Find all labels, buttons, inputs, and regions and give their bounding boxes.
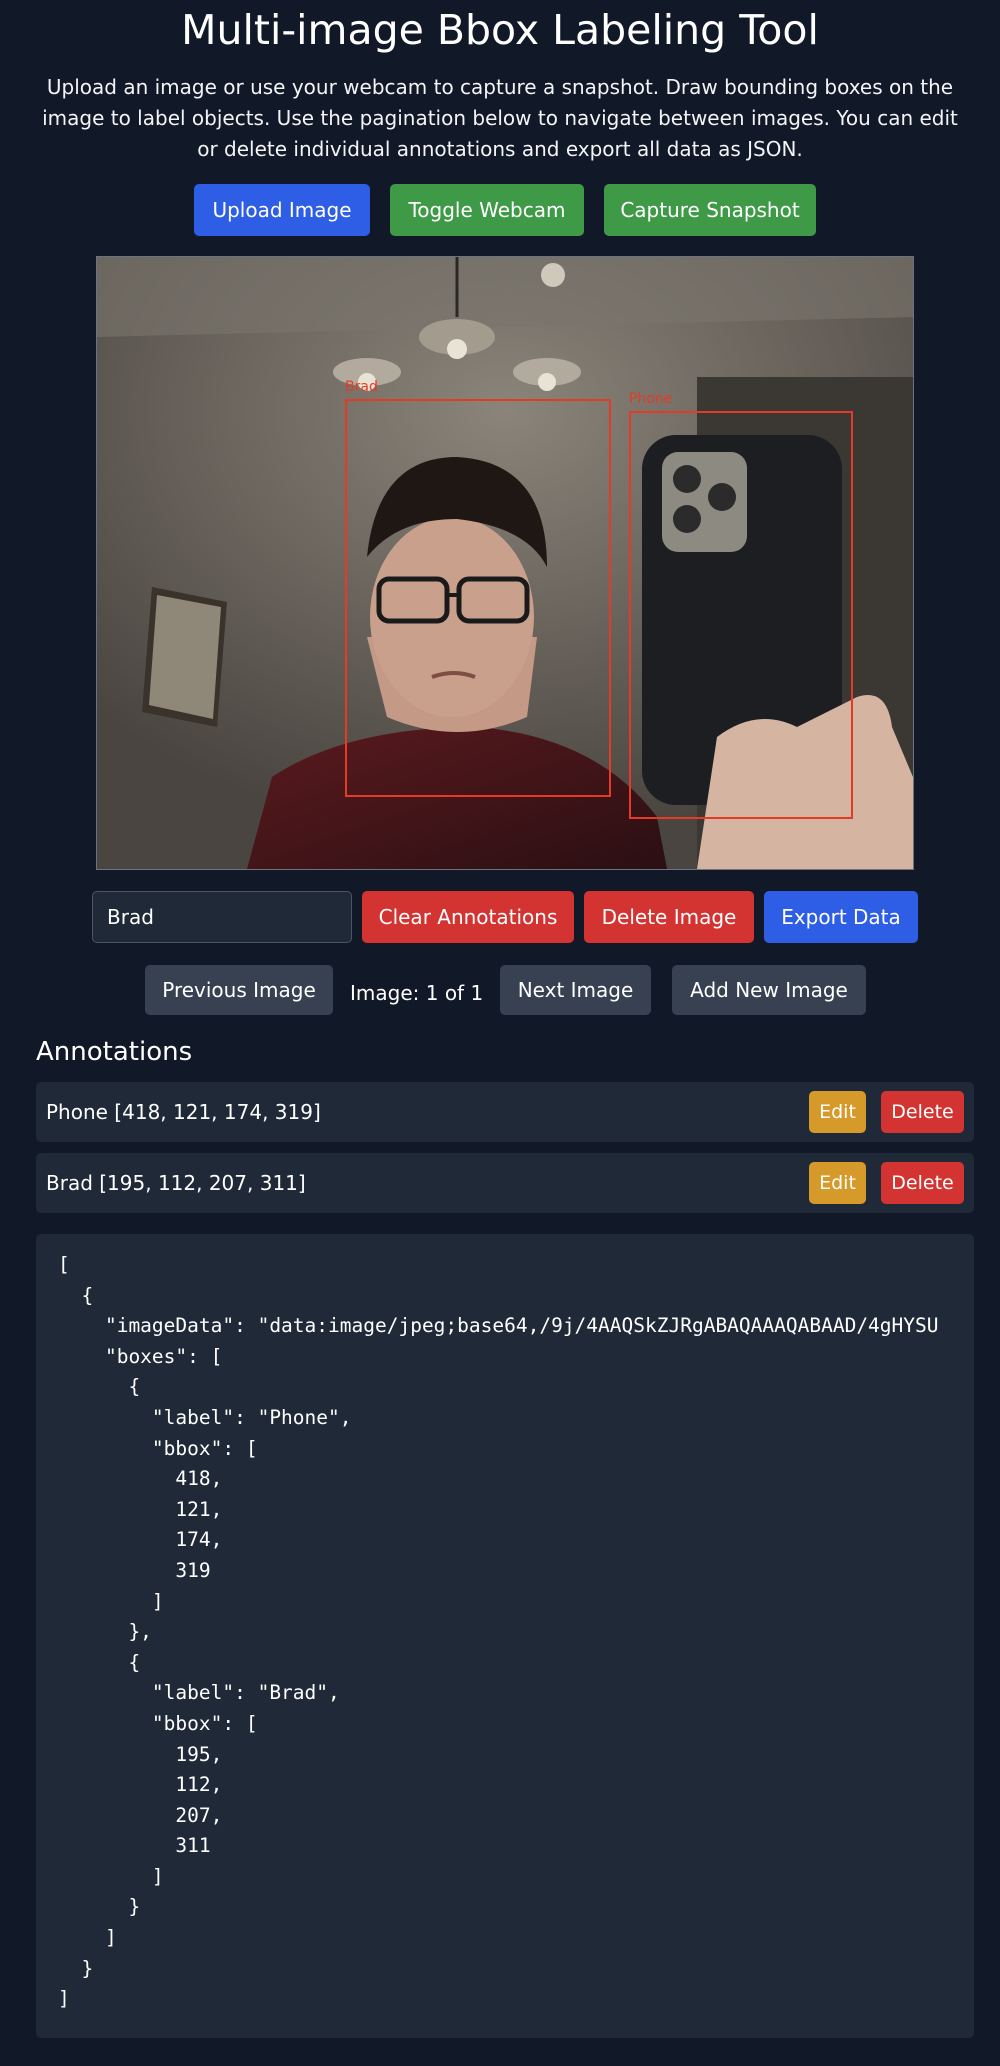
annotation-text: Brad [195, 112, 207, 311] (46, 1171, 306, 1195)
capture-snapshot-button[interactable]: Capture Snapshot (604, 184, 816, 236)
bbox-brad[interactable] (345, 399, 611, 797)
delete-annotation-button[interactable]: Delete (881, 1091, 964, 1133)
page-description: Upload an image or use your webcam to ca… (42, 75, 958, 161)
bbox-label-phone: Phone (629, 391, 673, 407)
annotation-row: Phone [418, 121, 174, 319] Edit Delete (36, 1082, 974, 1142)
json-output: [ { "imageData": "data:image/jpeg;base64… (58, 1253, 939, 2011)
next-image-button[interactable]: Next Image (500, 965, 651, 1015)
bbox-phone[interactable] (629, 411, 853, 819)
previous-image-button[interactable]: Previous Image (145, 965, 333, 1015)
clear-annotations-button[interactable]: Clear Annotations (362, 891, 574, 943)
upload-image-button[interactable]: Upload Image (194, 184, 370, 236)
export-data-button[interactable]: Export Data (764, 891, 918, 943)
annotation-row: Brad [195, 112, 207, 311] Edit Delete (36, 1153, 974, 1213)
app-page: Multi-image Bbox Labeling Tool Upload an… (0, 0, 1000, 2066)
annotation-text: Phone [418, 121, 174, 319] (46, 1100, 321, 1124)
bbox-label-brad: Brad (345, 379, 378, 395)
page-title: Multi-image Bbox Labeling Tool (181, 6, 819, 54)
toggle-webcam-button[interactable]: Toggle Webcam (390, 184, 584, 236)
edit-annotation-button[interactable]: Edit (809, 1091, 866, 1133)
edit-annotation-button[interactable]: Edit (809, 1162, 866, 1204)
json-output-panel: [ { "imageData": "data:image/jpeg;base64… (36, 1234, 974, 2038)
image-counter: Image: 1 of 1 (350, 981, 484, 1005)
delete-annotation-button[interactable]: Delete (881, 1162, 964, 1204)
delete-image-button[interactable]: Delete Image (584, 891, 754, 943)
annotation-canvas[interactable]: Brad Phone (96, 256, 914, 870)
label-input[interactable] (92, 891, 352, 943)
annotations-heading: Annotations (36, 1037, 193, 1067)
add-new-image-button[interactable]: Add New Image (672, 965, 866, 1015)
